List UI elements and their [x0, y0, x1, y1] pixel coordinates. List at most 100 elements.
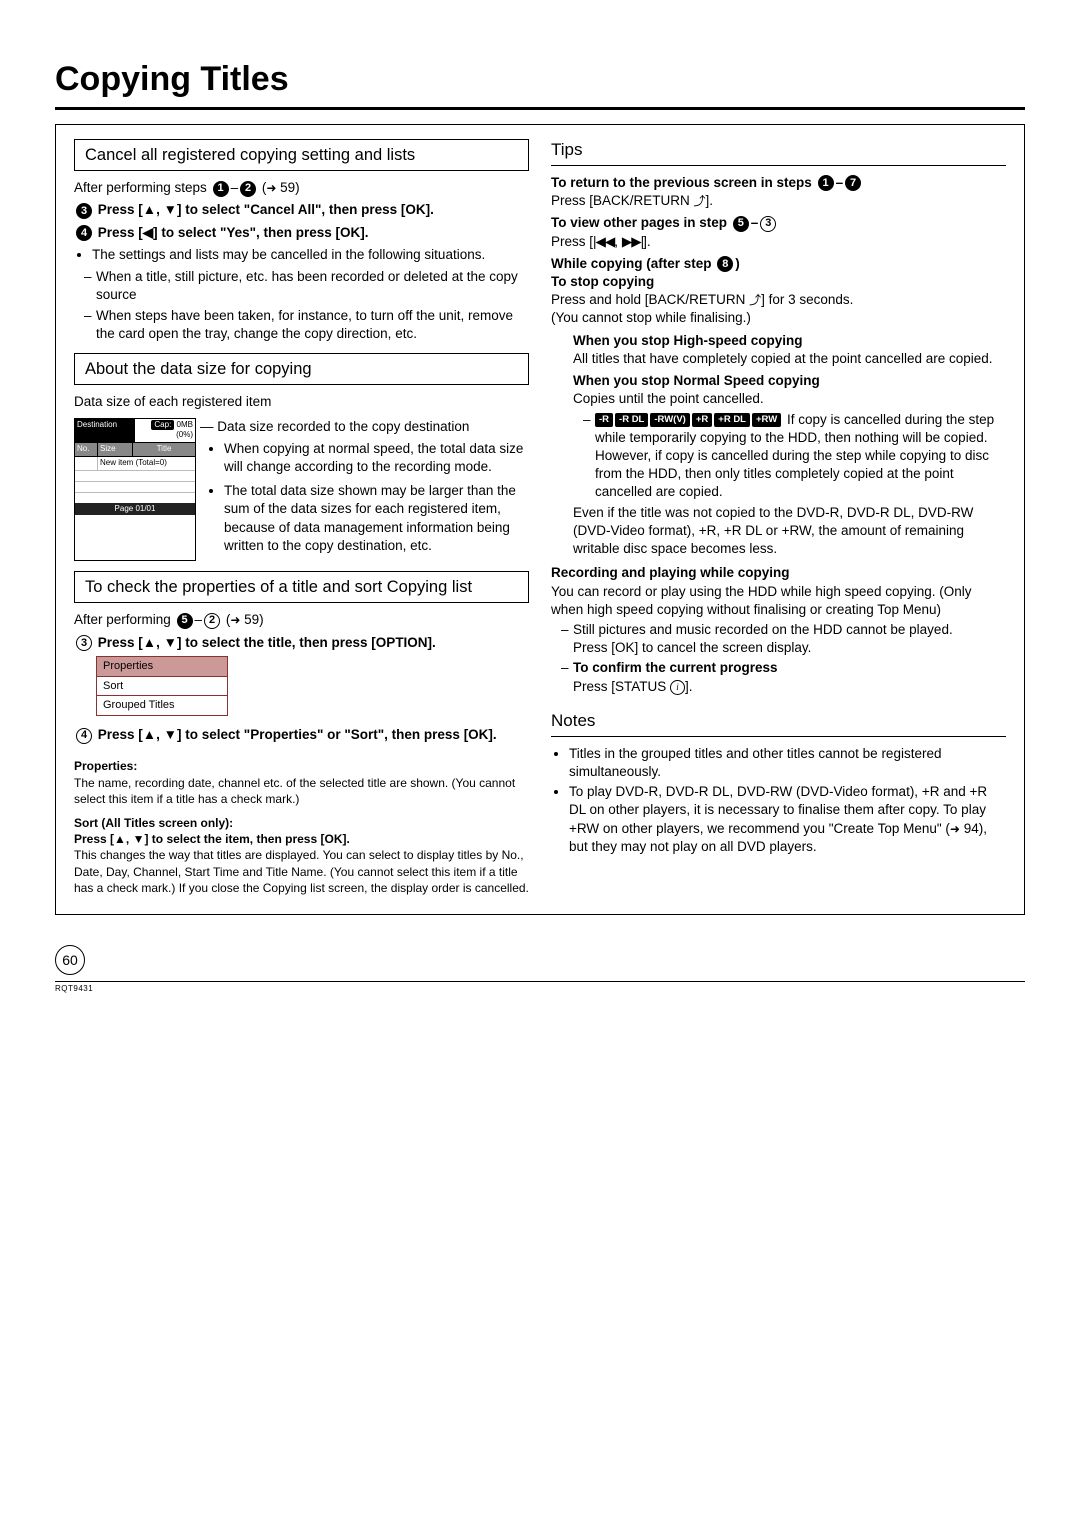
tips-hs-head: When you stop High-speed copying: [573, 332, 1006, 350]
badge-prdl: +R DL: [714, 413, 750, 428]
ds-footer: Page 01/01: [75, 503, 195, 516]
mini-menu-sort: Sort: [97, 676, 227, 696]
tips-while: While copying (after step 8): [551, 255, 1006, 273]
tips-hs: When you stop High-speed copying All tit…: [551, 332, 1006, 368]
tips-stop-head: To stop copying: [551, 273, 1006, 291]
step-5b-icon: 5: [733, 216, 749, 232]
circled-3-icon: 3: [76, 635, 92, 651]
badge-rwv: -RW(V): [650, 413, 689, 428]
check-step4-text: Press [▲, ▼] to select "Properties" or "…: [98, 727, 497, 742]
ds-col-title: Title: [133, 443, 195, 456]
check-step-3: 3 Press [▲, ▼] to select the title, then…: [74, 634, 529, 652]
page: Copying Titles Cancel all registered cop…: [0, 0, 1080, 1033]
section-cancel-header: Cancel all registered copying setting an…: [74, 139, 529, 171]
step-1-icon: 1: [213, 181, 229, 197]
footer-divider: [55, 981, 1025, 982]
doc-id: RQT9431: [55, 984, 1025, 993]
cancel-bullets: The settings and lists may be cancelled …: [74, 246, 529, 264]
tips-rec-d2: To confirm the current progress Press [S…: [561, 659, 1006, 695]
step-4-icon: 4: [76, 225, 92, 241]
check-step3-text: Press [▲, ▼] to select the title, then p…: [98, 635, 436, 650]
content-box: Cancel all registered copying setting an…: [55, 124, 1025, 915]
ds-dest-label: Destination: [75, 419, 135, 443]
ds-bullet-1: When copying at normal speed, the total …: [224, 440, 529, 476]
check-step-4: 4 Press [▲, ▼] to select "Properties" or…: [74, 726, 529, 744]
props-head: Properties:: [74, 758, 529, 774]
sort-block: Sort (All Titles screen only): Press [▲,…: [74, 815, 529, 896]
skip-prev-icon: [593, 234, 614, 249]
tips-view: To view other pages in step 5–3 Press [,…: [551, 214, 1006, 250]
tips-even: Even if the title was not copied to the …: [573, 504, 1006, 559]
tips-ns: When you stop Normal Speed copying Copie…: [551, 372, 1006, 558]
circled-3b-icon: 3: [760, 216, 776, 232]
ds-box: Destination Cap: 0MB (0%) No. Size Title: [74, 418, 196, 562]
note2-create-top-menu: Create Top Menu: [834, 821, 937, 836]
step-1-icon-r: 1: [818, 175, 834, 191]
ds-diagram: Destination Cap: 0MB (0%) No. Size Title: [74, 418, 529, 562]
mini-menu: Properties Sort Grouped Titles: [96, 656, 228, 717]
badge-r: -R: [595, 413, 613, 428]
ds-newitem: New item (Total=0): [98, 457, 195, 470]
tips-view-text: To view other pages in step: [551, 215, 731, 230]
ds-cap-value: 0MB (0%): [176, 420, 193, 440]
cancel-dash-list: When a title, still picture, etc. has be…: [74, 268, 529, 343]
badge-rdl: -R DL: [615, 413, 648, 428]
arrow-ref-icon: [266, 180, 276, 195]
ds-intro: Data size of each registered item: [74, 393, 529, 411]
cancel-dash-1: When a title, still picture, etc. has be…: [84, 268, 529, 304]
ds-col-size: Size: [98, 443, 133, 456]
ds-right: — Data size recorded to the copy destina…: [206, 418, 529, 562]
return-icon: [694, 193, 706, 208]
info-icon: [670, 680, 685, 695]
tips-rec-d1b-text: Press [OK] to cancel the screen display.: [573, 640, 811, 655]
note-2: To play DVD-R, DVD-R DL, DVD-RW (DVD-Vid…: [569, 783, 1006, 856]
mini-menu-grouped: Grouped Titles: [97, 695, 227, 715]
ds-bullet-2: The total data size shown may be larger …: [224, 482, 529, 555]
section-check-header: To check the properties of a title and s…: [74, 571, 529, 603]
tips-stop-body2: (You cannot stop while finalising.): [551, 309, 1006, 327]
cancel-step4: 4 Press [◀] to select "Yes", then press …: [74, 224, 529, 242]
notes-header: Notes: [551, 710, 1006, 737]
tips-rec-d1-text: Still pictures and music recorded on the…: [573, 622, 953, 637]
page-number: 60: [55, 945, 85, 975]
tips-stop-body1: Press and hold [BACK/RETURN ] for 3 seco…: [551, 291, 1006, 309]
tips-return-head: To return to the previous screen in step…: [551, 175, 863, 190]
step-2-icon: 2: [240, 181, 256, 197]
sort-body: This changes the way that titles are dis…: [74, 847, 529, 896]
cancel-after-performing: After performing steps 1–2 ( 59): [74, 179, 529, 197]
notes-list: Titles in the grouped titles and other t…: [551, 745, 1006, 856]
step-3-icon: 3: [76, 203, 92, 219]
tips-rec-d1: Still pictures and music recorded on the…: [561, 621, 1006, 657]
cancel-step4-text: Press [◀] to select "Yes", then press [O…: [98, 225, 369, 240]
ds-cap: Cap: 0MB (0%): [135, 419, 195, 443]
note-1: Titles in the grouped titles and other t…: [569, 745, 1006, 781]
tips-view-head: To view other pages in step 5–3: [551, 215, 778, 230]
tips-return-text: To return to the previous screen in step…: [551, 175, 816, 190]
check-after-text: After performing: [74, 612, 175, 627]
tips-ns-head: When you stop Normal Speed copying: [573, 372, 1006, 390]
tips-hs-body: All titles that have completely copied a…: [573, 350, 1006, 368]
badge-pr: +R: [692, 413, 712, 428]
step-7-icon: 7: [845, 175, 861, 191]
divider: [55, 107, 1025, 110]
ds-pointer: — Data size recorded to the copy destina…: [200, 418, 529, 436]
tips-return-body: Press [BACK/RETURN ].: [551, 193, 713, 208]
sort-head: Sort (All Titles screen only):: [74, 815, 529, 831]
tips-rec-d2b: Press [STATUS ].: [573, 679, 693, 694]
ds-cap-label: Cap:: [151, 420, 174, 431]
tips-ns-item: -R-R DL-RW(V)+R+R DL+RW If copy is cance…: [583, 411, 1006, 502]
check-after-performing: After performing 5–2 ( 59): [74, 611, 529, 629]
tips-ns-body: Copies until the point cancelled.: [573, 390, 1006, 408]
tips-rec-head: Recording and playing while copying: [551, 564, 1006, 582]
circled-2-icon: 2: [204, 613, 220, 629]
cancel-step3-text: Press [▲, ▼] to select "Cancel All", the…: [98, 202, 434, 217]
props-body: The name, recording date, channel etc. o…: [74, 775, 529, 807]
right-column: Tips To return to the previous screen in…: [551, 139, 1006, 896]
mini-menu-properties: Properties: [97, 657, 227, 676]
left-column: Cancel all registered copying setting an…: [74, 139, 529, 896]
return-icon-2: [749, 292, 761, 307]
tips-return: To return to the previous screen in step…: [551, 174, 1006, 210]
ds-col-no: No.: [75, 443, 98, 456]
skip-next-icon: [622, 234, 643, 249]
tips-rec-d2h: To confirm the current progress: [573, 660, 778, 675]
